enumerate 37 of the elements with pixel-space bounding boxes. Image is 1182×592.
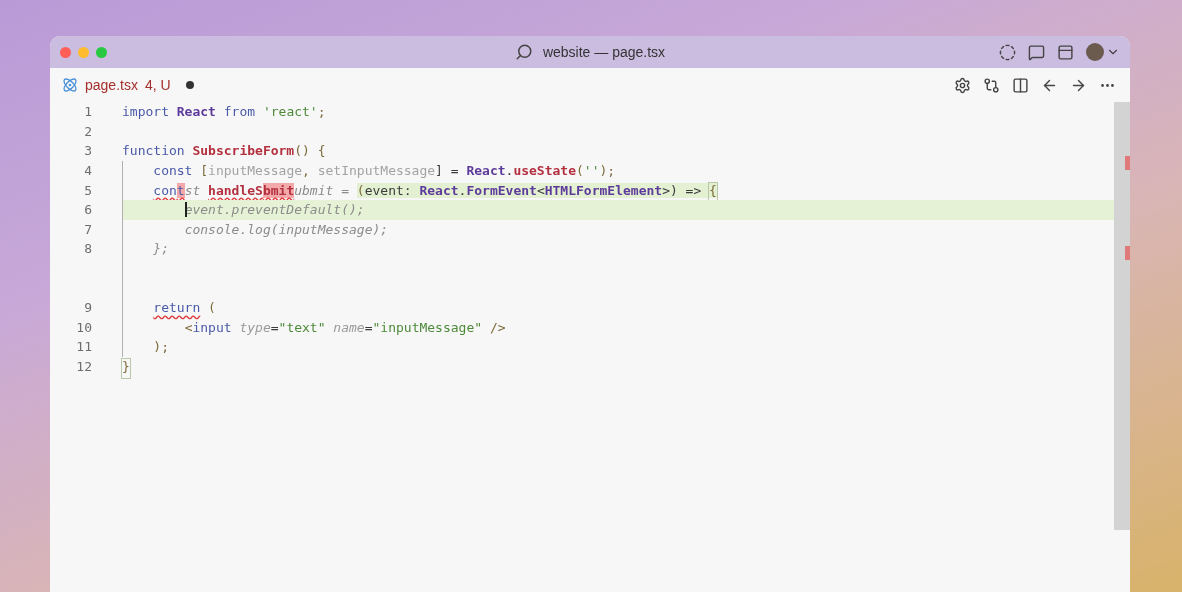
code-line: <input type="text" name="inputMessage" /> — [183, 319, 506, 335]
code-line: function SubscribeForm() { — [122, 143, 326, 159]
code-line: const [inputMessage, setInputMessage] = React.useState(''); — [152, 163, 616, 179]
line-number: 11 — [75, 339, 92, 355]
code-line: console.log(inputMessage); — [183, 221, 389, 237]
line-number: 9 — [83, 300, 92, 316]
scrollbar[interactable] — [1114, 102, 1130, 530]
line-number: 8 — [83, 241, 92, 257]
chat-icon[interactable] — [1028, 43, 1045, 61]
code-line: ); — [152, 339, 169, 355]
editor-tab[interactable]: page.tsx 4, U — [62, 77, 194, 93]
line-number: 5 — [83, 182, 92, 198]
settings-icon[interactable] — [954, 76, 971, 94]
react-icon — [62, 77, 78, 93]
line-number: 4 — [83, 163, 92, 179]
line-number: 3 — [83, 143, 92, 159]
tab-filename: page.tsx — [85, 77, 138, 93]
code-line: } — [122, 359, 130, 374]
layout-icon[interactable] — [1057, 43, 1074, 61]
window-title: website — page.tsx — [542, 44, 666, 60]
line-number: 1 — [83, 104, 92, 120]
error-marker — [1125, 156, 1130, 170]
error-marker — [1125, 246, 1130, 260]
code-line: }; — [152, 241, 169, 257]
avatar[interactable] — [1086, 43, 1104, 61]
code-line: import React from 'react'; — [122, 104, 326, 120]
line-number: 7 — [83, 221, 92, 237]
line-number: 2 — [83, 123, 92, 139]
tab-status: 4, U — [144, 77, 171, 93]
split-editor-icon[interactable] — [1012, 76, 1029, 94]
line-number: 12 — [75, 359, 92, 374]
code-line: return ( — [152, 300, 216, 316]
line-number: 6 — [83, 202, 92, 218]
line-number: 10 — [75, 319, 92, 335]
compare-icon[interactable] — [983, 76, 1000, 94]
code-line: event.preventDefault(); — [183, 202, 365, 218]
search-icon — [514, 43, 533, 61]
